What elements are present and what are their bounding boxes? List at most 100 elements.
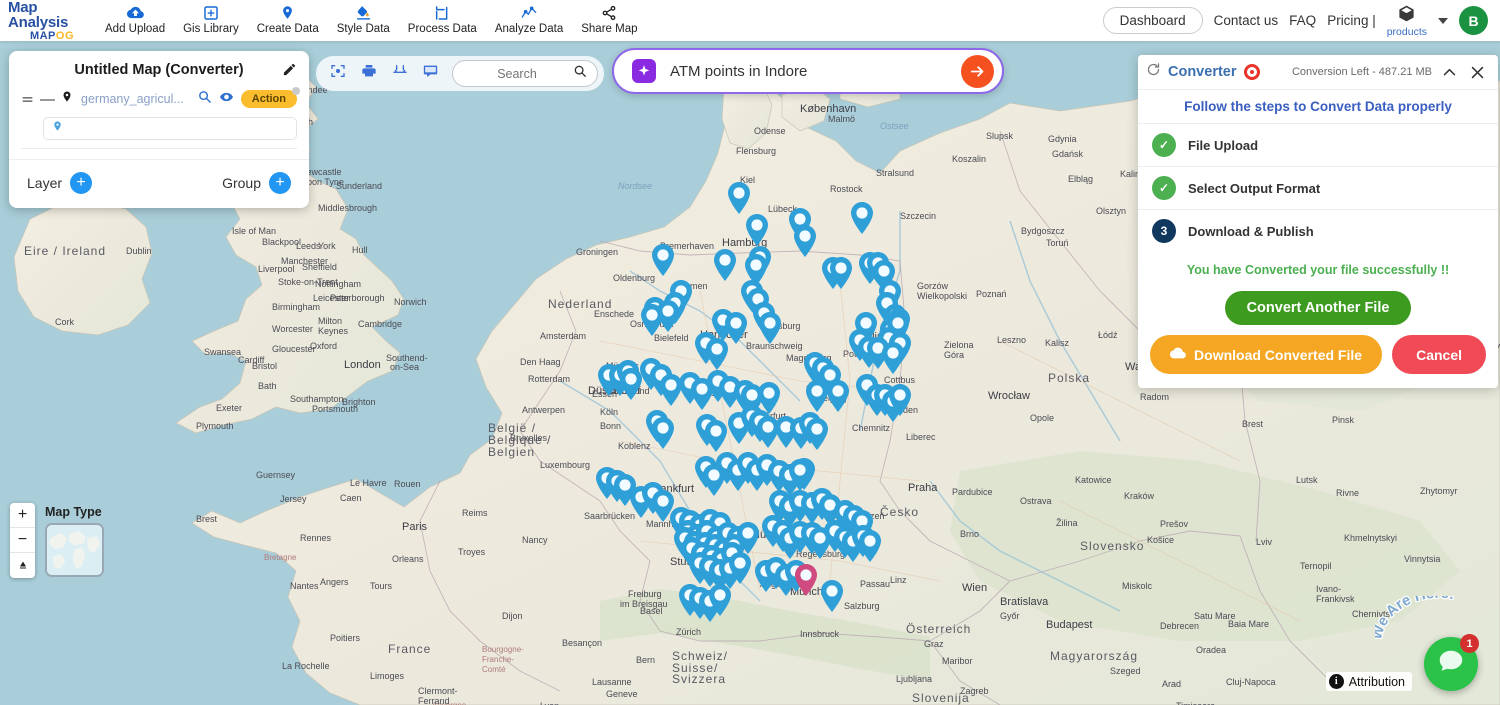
pencil-icon[interactable] [282,62,297,81]
map-search-box[interactable] [452,60,598,87]
eye-icon[interactable] [218,90,235,109]
nav-label: Process Data [408,23,477,35]
step-done-badge: ✓ [1152,176,1176,200]
record-stop-icon[interactable] [1244,64,1260,80]
converter-header: Converter Conversion Left - 487.21 MB [1138,55,1498,90]
convert-another-file-button[interactable]: Convert Another File [1225,291,1412,325]
zoom-out-button[interactable]: − [10,528,35,553]
refresh-icon[interactable] [1146,62,1161,82]
process-crop-icon [434,3,450,22]
collapse-toggle-icon[interactable]: — [40,92,55,107]
chat-widget-button[interactable]: 1 [1424,637,1478,691]
layer-pin-icon [61,89,73,109]
cloud-upload-icon [127,3,144,22]
comment-icon [422,63,439,84]
chevron-up-icon[interactable] [1439,64,1460,81]
cancel-button[interactable]: Cancel [1392,335,1486,374]
converter-step-file-upload[interactable]: ✓ File Upload [1138,123,1498,166]
nav-right-group: Dashboard Contact us FAQ Pricing | produ… [1103,4,1500,38]
nav-gis-library[interactable]: Gis Library [174,0,248,35]
drag-handle-icon[interactable] [21,93,34,106]
dashboard-button[interactable]: Dashboard [1103,7,1203,34]
close-icon[interactable] [1467,64,1488,81]
brand-subtitle: MAPOG [8,31,96,42]
products-menu[interactable]: products [1387,4,1427,38]
converter-subtitle: Follow the steps to Convert Data properl… [1138,90,1498,123]
layer-action-button[interactable]: Action [241,90,297,108]
nav-label: Add Upload [105,23,165,35]
add-group-group[interactable]: Group + [222,172,291,194]
gis-library-icon [203,3,219,22]
layers-panel: Untitled Map (Converter) — germany_agric… [9,51,309,208]
comment-button[interactable] [415,59,446,88]
nav-share-map[interactable]: Share Map [572,0,646,35]
converter-step-download-publish[interactable]: 3 Download & Publish [1138,209,1498,252]
top-navigation-bar: Map Analysis MAPOG Add Upload Gis Librar… [0,0,1500,41]
measure-button[interactable] [384,59,415,88]
box-cube-icon [1397,4,1416,28]
layers-panel-header: Untitled Map (Converter) [9,51,309,87]
app-logo[interactable]: Map Analysis MAPOG [0,0,96,42]
compass-button[interactable] [10,553,35,578]
map-title: Untitled Map (Converter) [74,62,243,78]
converter-action-row: Download Converted File Cancel [1150,335,1486,374]
step-label: File Upload [1188,138,1258,153]
conversion-success-message: You have Converted your file successfull… [1138,252,1498,281]
converter-title: Converter [1168,64,1237,80]
nav-label: Analyze Data [495,23,563,35]
map-toolbar [316,56,604,91]
primary-nav-items: Add Upload Gis Library Create Data Style… [96,0,647,41]
zoom-in-button[interactable]: + [10,503,35,528]
layer-name[interactable]: germany_agricul... [81,92,191,106]
group-label: Group [222,175,261,191]
printer-icon [361,63,377,84]
search-input[interactable] [465,67,569,81]
nav-create-data[interactable]: Create Data [248,0,328,35]
add-layer-button[interactable]: + [70,172,92,194]
nav-pricing[interactable]: Pricing | [1327,13,1376,28]
atm-points-banner[interactable]: ATM points in Indore [612,48,1004,94]
fit-extent-button[interactable] [322,59,353,88]
nav-add-upload[interactable]: Add Upload [96,0,174,35]
attribution-control[interactable]: i Attribution [1326,672,1412,691]
step-done-badge: ✓ [1152,133,1176,157]
search-icon[interactable] [573,64,587,83]
magnifier-icon[interactable] [197,89,212,109]
add-layer-group[interactable]: Layer + [27,172,92,194]
notification-dot [292,87,300,95]
layer-sublayer-row[interactable] [43,117,297,140]
nav-label: Create Data [257,23,319,35]
layers-panel-body: — germany_agricul... Action [9,87,309,159]
nav-style-data[interactable]: Style Data [328,0,399,35]
layers-panel-footer: Layer + Group + [9,159,309,208]
step-number-badge: 3 [1152,219,1176,243]
map-type-label: Map Type [45,505,104,519]
print-button[interactable] [353,59,384,88]
step-label: Download & Publish [1188,224,1314,239]
nav-label: Share Map [581,23,637,35]
nav-label: Style Data [337,23,390,35]
converter-step-select-output-format[interactable]: ✓ Select Output Format [1138,166,1498,209]
layer-row[interactable]: — germany_agricul... Action [21,89,297,109]
chevron-down-icon[interactable] [1438,18,1448,24]
avatar[interactable]: B [1459,6,1488,35]
chat-bubble-icon [1436,647,1466,682]
paint-drop-icon [355,3,372,22]
converter-actions: Convert Another File Download Converted … [1138,281,1498,388]
nav-analyze-data[interactable]: Analyze Data [486,0,572,35]
step-label: Select Output Format [1188,181,1320,196]
layer-label: Layer [27,175,62,191]
nav-process-data[interactable]: Process Data [399,0,486,35]
map-type-thumbnail[interactable] [45,523,104,577]
brand-title: Map Analysis [8,0,96,30]
cloud-download-icon [1170,345,1186,364]
nav-contact-us[interactable]: Contact us [1214,13,1279,28]
divider [21,148,297,149]
share-icon [601,3,617,22]
nav-faq[interactable]: FAQ [1289,13,1316,28]
download-converted-file-button[interactable]: Download Converted File [1150,335,1382,374]
atm-banner-go-button[interactable] [961,55,994,88]
add-group-button[interactable]: + [269,172,291,194]
sparkle-badge-icon [632,59,656,83]
map-pin-icon [280,3,295,22]
